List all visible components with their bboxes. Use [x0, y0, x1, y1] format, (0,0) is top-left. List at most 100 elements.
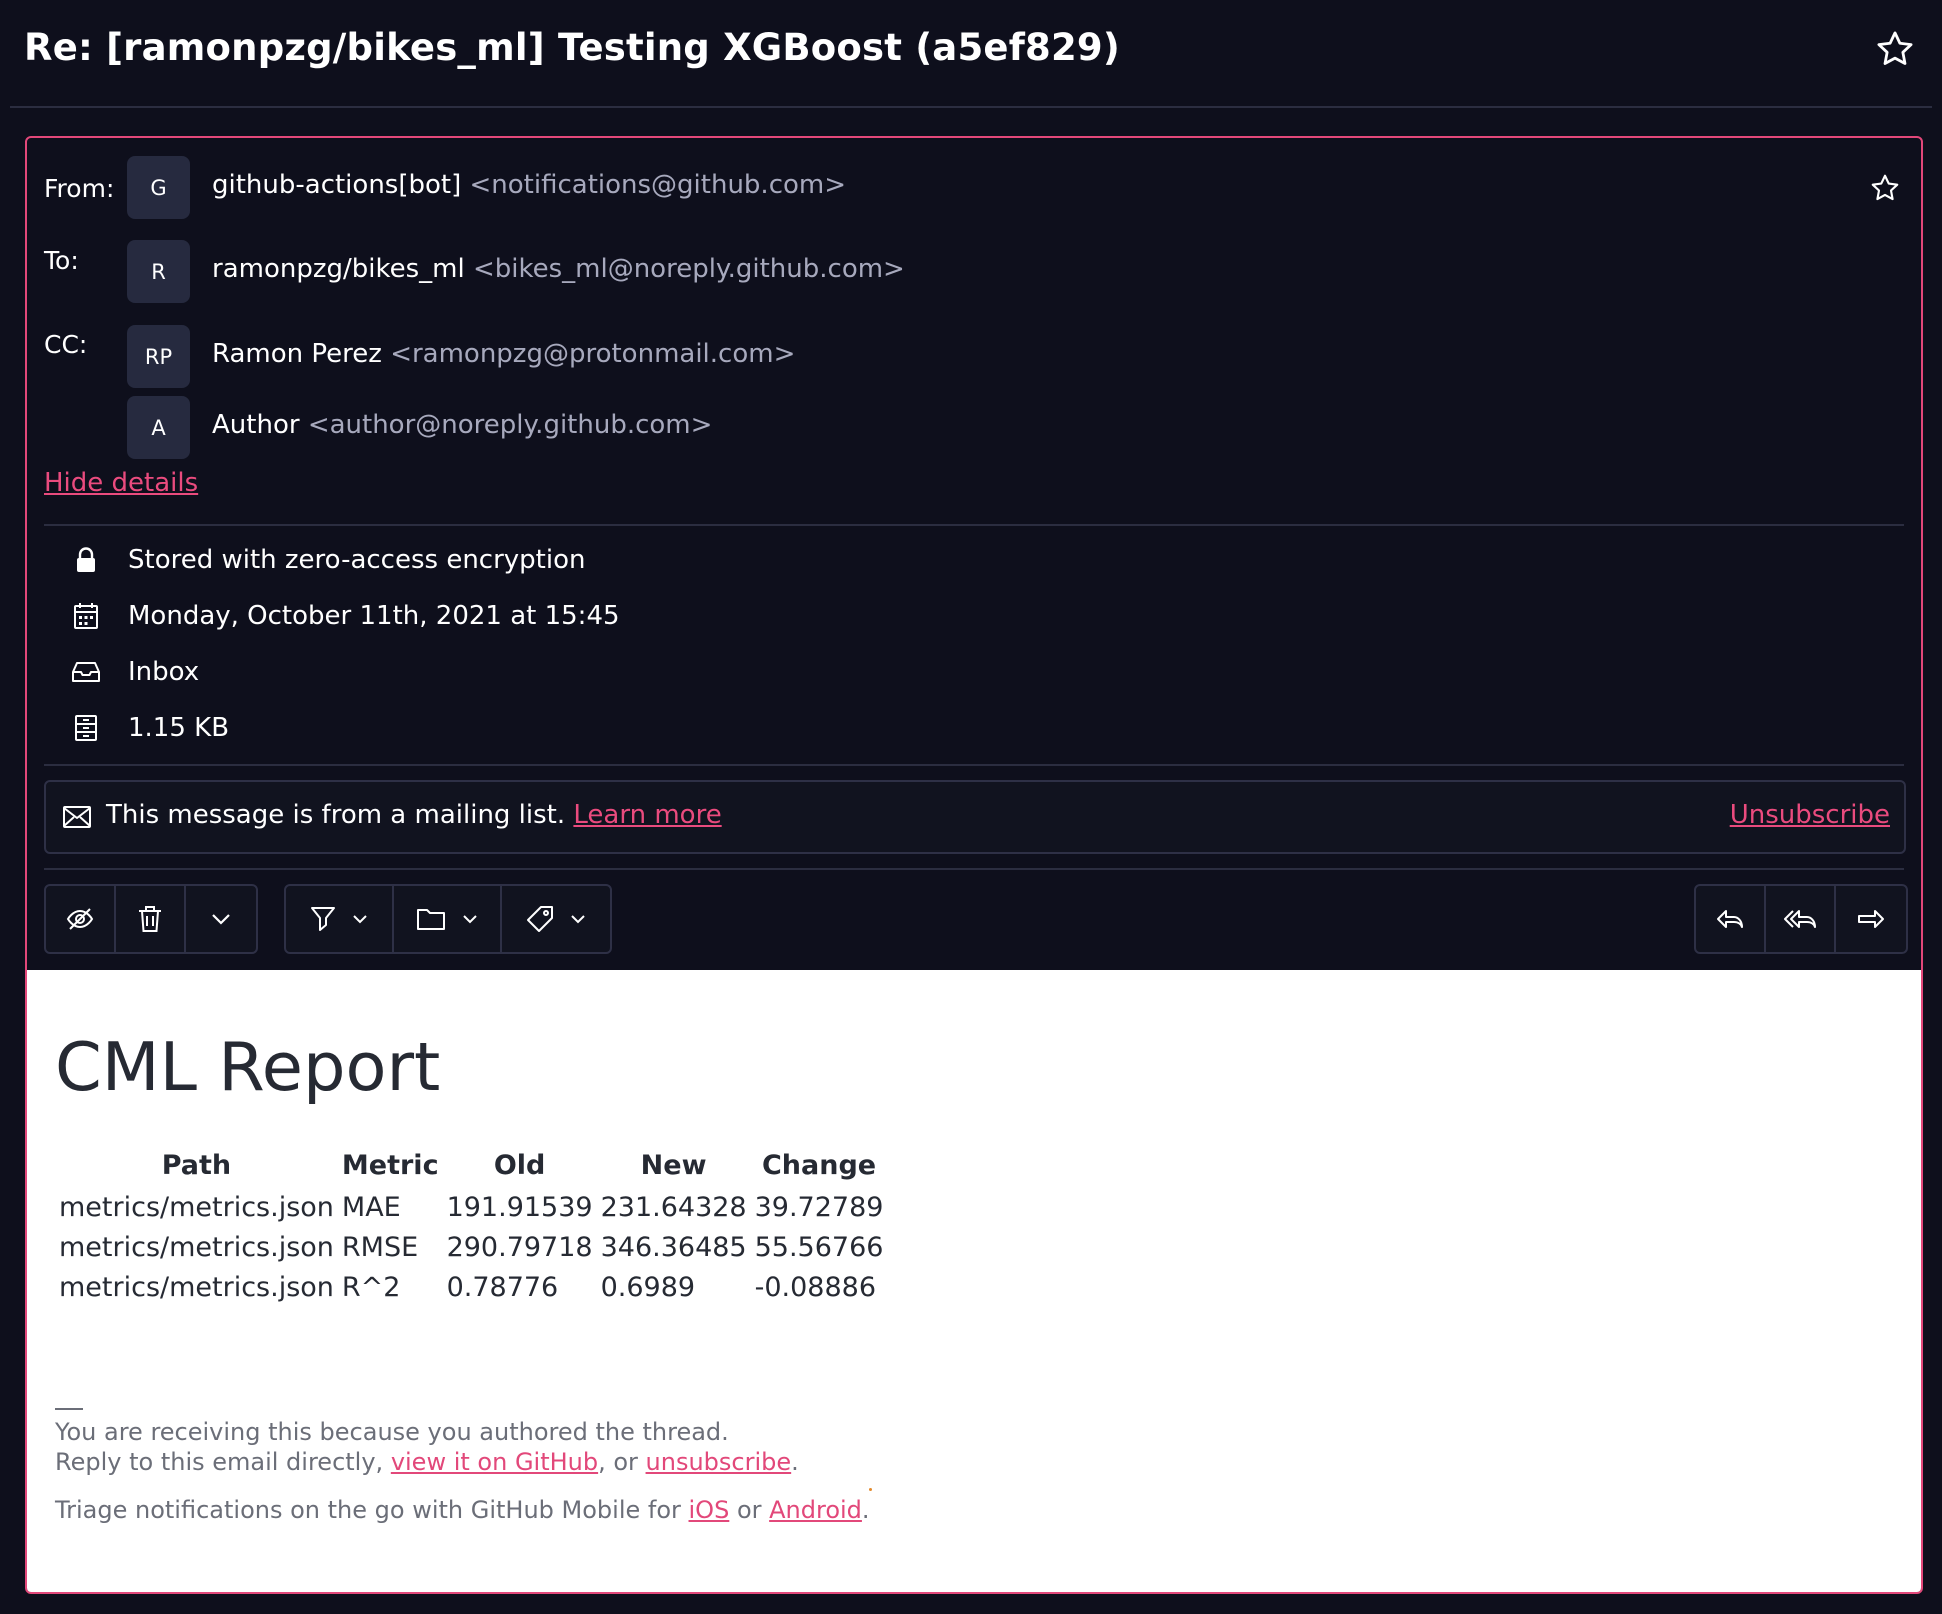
trash-button[interactable] — [116, 886, 186, 952]
cc-address: <ramonpzg@protonmail.com> — [390, 339, 796, 369]
android-link[interactable]: Android — [769, 1496, 862, 1524]
table-row: metrics/metrics.json MAE 191.91539 231.6… — [55, 1187, 887, 1227]
trash-icon — [139, 906, 161, 932]
star-icon[interactable] — [1874, 28, 1916, 70]
footer-text: Reply to this email directly, — [55, 1448, 391, 1476]
table-cell: metrics/metrics.json — [59, 1271, 334, 1303]
email-body: CML Report Path Metric Old New Change me… — [27, 970, 1921, 1592]
to-avatar[interactable]: R — [127, 240, 190, 303]
subject-bar: Re: [ramonpzg/bikes_ml] Testing XGBoost … — [0, 0, 1942, 108]
toolbar-actions-group — [44, 884, 258, 954]
footer-text: . — [791, 1448, 799, 1476]
table-cell: 0.78776 — [446, 1271, 559, 1303]
toolbar-organize-group — [284, 884, 612, 954]
mark-unread-icon — [66, 908, 94, 930]
mailing-list-banner: This message is from a mailing list. Lea… — [44, 780, 1906, 854]
footer-mobile-line: Triage notifications on the go with GitH… — [55, 1496, 870, 1524]
table-cell: 55.56766 — [754, 1231, 884, 1263]
table-cell: 346.36485 — [600, 1231, 747, 1263]
table-cell: metrics/metrics.json — [59, 1231, 334, 1263]
footer-reason: You are receiving this because you autho… — [55, 1418, 729, 1446]
from-avatar[interactable]: G — [127, 156, 190, 219]
label-icon — [527, 906, 553, 932]
chevron-down-icon — [571, 915, 585, 924]
ios-link[interactable]: iOS — [689, 1496, 730, 1524]
toolbar-divider — [44, 868, 1904, 870]
footer-text: Triage notifications on the go with GitH… — [55, 1496, 689, 1524]
reply-all-button[interactable] — [1766, 886, 1836, 952]
more-actions-dropdown[interactable] — [186, 886, 256, 952]
from-address: <notifications@github.com> — [469, 170, 847, 200]
forward-button[interactable] — [1836, 886, 1906, 952]
reply-all-icon — [1784, 910, 1816, 928]
cc-avatar[interactable]: A — [127, 396, 190, 459]
footer-unsubscribe-link[interactable]: unsubscribe — [646, 1448, 792, 1476]
move-to-folder-dropdown[interactable] — [394, 886, 502, 952]
message-container: From: G github-actions[bot] <notificatio… — [25, 136, 1923, 1594]
footer-text: , or — [598, 1448, 646, 1476]
chevron-down-icon — [463, 915, 477, 924]
table-cell: 39.72789 — [754, 1191, 884, 1223]
encryption-row: Stored with zero-access encryption — [44, 540, 585, 580]
cc-name: Author — [212, 410, 300, 440]
folder-row: Inbox — [44, 652, 199, 692]
to-address: <bikes_ml@noreply.github.com> — [472, 254, 905, 284]
table-cell: RMSE — [341, 1231, 419, 1263]
filter-dropdown[interactable] — [286, 886, 394, 952]
details-bottom-divider — [44, 764, 1904, 766]
from-label: From: — [44, 174, 115, 203]
date-row: Monday, October 11th, 2021 at 15:45 — [44, 596, 620, 636]
filter-icon — [311, 907, 335, 931]
cc-address: <author@noreply.github.com> — [307, 410, 713, 440]
footer-text: or — [729, 1496, 770, 1524]
reply-icon — [1717, 910, 1743, 928]
unsubscribe-link[interactable]: Unsubscribe — [1730, 800, 1890, 830]
reply-button[interactable] — [1696, 886, 1766, 952]
details-divider — [44, 524, 1904, 526]
encryption-text: Stored with zero-access encryption — [128, 545, 586, 575]
learn-more-link[interactable]: Learn more — [573, 800, 721, 830]
chevron-down-icon — [212, 914, 230, 925]
inbox-icon — [66, 652, 106, 692]
cc-name: Ramon Perez — [212, 339, 382, 369]
envelope-icon — [63, 806, 91, 828]
folder-icon — [417, 909, 445, 930]
folder-text: Inbox — [128, 657, 200, 687]
label-dropdown[interactable] — [502, 886, 610, 952]
column-header: Old — [493, 1150, 546, 1181]
signature-divider — [55, 1408, 83, 1410]
from-contact[interactable]: github-actions[bot] <notifications@githu… — [212, 170, 846, 200]
file-size-icon — [66, 708, 106, 748]
to-contact[interactable]: ramonpzg/bikes_ml <bikes_ml@noreply.gith… — [212, 254, 905, 284]
footer-reply-line: Reply to this email directly, view it on… — [55, 1448, 799, 1476]
mailing-list-text: This message is from a mailing list. Lea… — [106, 800, 722, 830]
cc-contact[interactable]: Ramon Perez <ramonpzg@protonmail.com> — [212, 339, 795, 369]
cc-avatar[interactable]: RP — [127, 325, 190, 388]
column-header: Path — [161, 1150, 232, 1181]
metrics-table: Path Metric Old New Change metrics/metri… — [55, 1150, 887, 1307]
table-cell: 191.91539 — [446, 1191, 593, 1223]
mark-unread-button[interactable] — [46, 886, 116, 952]
table-row: metrics/metrics.json RMSE 290.79718 346.… — [55, 1227, 887, 1267]
message-star-icon[interactable] — [1869, 172, 1901, 204]
size-row: 1.15 KB — [44, 708, 229, 748]
column-header: Change — [761, 1150, 877, 1181]
view-on-github-link[interactable]: view it on GitHub — [391, 1448, 598, 1476]
tracking-pixel — [869, 1488, 872, 1491]
lock-icon — [66, 540, 106, 580]
report-title: CML Report — [55, 1028, 441, 1106]
calendar-icon — [66, 596, 106, 636]
footer-text: . — [861, 1496, 870, 1524]
to-name: ramonpzg/bikes_ml — [212, 254, 465, 284]
hide-details-link[interactable]: Hide details — [44, 468, 198, 498]
cc-contact[interactable]: Author <author@noreply.github.com> — [212, 410, 712, 440]
to-label: To: — [44, 246, 79, 275]
email-subject: Re: [ramonpzg/bikes_ml] Testing XGBoost … — [24, 26, 1120, 69]
toolbar-reply-group — [1694, 884, 1908, 954]
table-header-row: Path Metric Old New Change — [55, 1150, 887, 1187]
forward-icon — [1858, 910, 1884, 928]
table-cell: R^2 — [341, 1271, 401, 1303]
column-header: New — [640, 1150, 707, 1181]
table-row: metrics/metrics.json R^2 0.78776 0.6989 … — [55, 1267, 887, 1307]
mailing-list-message: This message is from a mailing list. — [106, 800, 566, 830]
